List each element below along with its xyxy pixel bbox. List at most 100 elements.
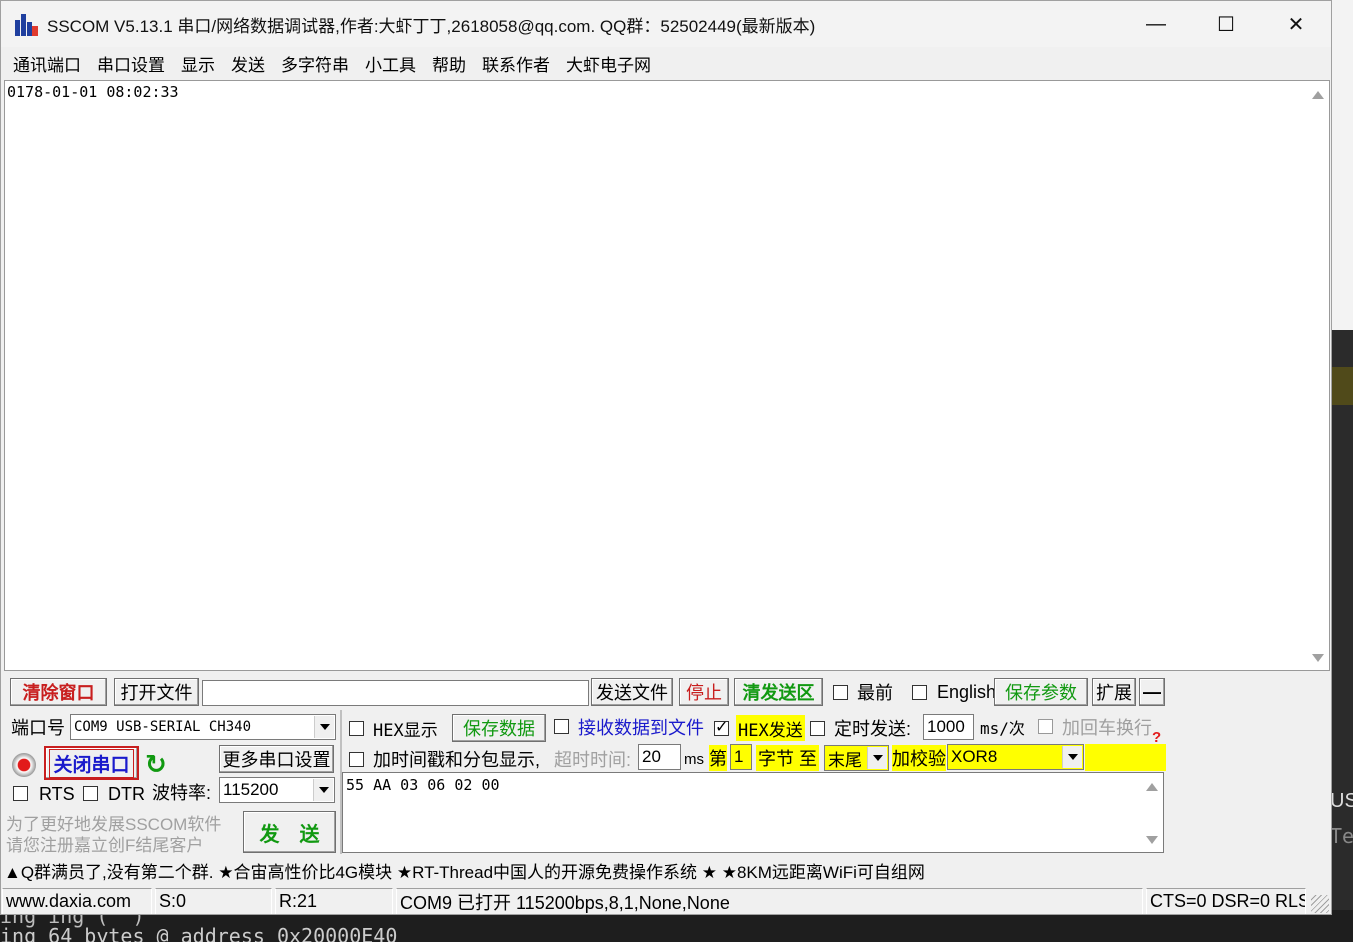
- save-data-button[interactable]: 保存数据: [452, 714, 546, 742]
- send-scrollbar[interactable]: [1141, 773, 1163, 852]
- menu-bar: 通讯端口 串口设置 显示 发送 多字符串 小工具 帮助 联系作者 大虾电子网: [1, 47, 1331, 79]
- timed-send-checkbox[interactable]: [810, 721, 825, 736]
- dtr-checkbox[interactable]: [83, 786, 98, 801]
- english-checkbox[interactable]: [912, 685, 927, 700]
- scroll-down-icon[interactable]: [1312, 654, 1324, 662]
- file-path-input[interactable]: [202, 680, 589, 706]
- byte-from-label: 第: [709, 745, 727, 771]
- receive-text: 0178-01-01 08:02:33: [7, 83, 179, 101]
- receive-scrollbar[interactable]: [1307, 81, 1329, 670]
- promo-ticker[interactable]: ▲Q群满员了,没有第二个群. ★合宙高性价比4G模块 ★RT-Thread中国人…: [4, 855, 1330, 885]
- background-text: US: [1330, 790, 1353, 812]
- hex-display-checkbox[interactable]: [349, 721, 364, 736]
- menu-item-serial-settings[interactable]: 串口设置: [89, 51, 173, 76]
- topmost-checkbox[interactable]: [833, 685, 848, 700]
- window-title: SSCOM V5.13.1 串口/网络数据调试器,作者:大虾丁丁,2618058…: [47, 16, 816, 36]
- hex-send-label: HEX发送: [736, 715, 805, 741]
- interval-unit: ms/次: [980, 719, 1025, 738]
- promo-line-2[interactable]: 请您注册嘉立创F结尾客户: [6, 832, 203, 855]
- refresh-icon[interactable]: ↻: [145, 751, 171, 777]
- background-highlight: [1332, 367, 1353, 405]
- status-received-count: R:21: [275, 888, 393, 914]
- port-select[interactable]: COM9 USB-SERIAL CH340: [70, 714, 336, 740]
- checksum-select[interactable]: XOR8: [947, 744, 1084, 770]
- expand-button[interactable]: 扩展: [1092, 678, 1136, 706]
- menu-item-help[interactable]: 帮助: [424, 51, 474, 76]
- clear-send-button[interactable]: 清发送区: [734, 678, 823, 706]
- open-file-button[interactable]: 打开文件: [114, 678, 199, 706]
- receive-area[interactable]: 0178-01-01 08:02:33: [4, 80, 1330, 671]
- status-line-signals: CTS=0 DSR=0 RLSD=0: [1146, 888, 1306, 914]
- interval-input[interactable]: 1000: [923, 714, 974, 740]
- collapse-button[interactable]: —: [1139, 678, 1165, 706]
- send-button[interactable]: 发 送: [243, 811, 336, 853]
- port-label: 端口号: [11, 718, 65, 738]
- timeout-label: 超时时间:: [554, 750, 632, 770]
- status-website[interactable]: www.daxia.com: [2, 888, 152, 914]
- timeout-input[interactable]: 20: [638, 744, 681, 770]
- window-controls: — ☐ ✕: [1121, 1, 1331, 47]
- checksum-highlight: [1085, 744, 1166, 771]
- stop-button[interactable]: 停止: [679, 678, 729, 706]
- topmost-label: 最前: [857, 683, 893, 703]
- menu-item-comm-port[interactable]: 通讯端口: [5, 51, 89, 76]
- background-text: Te: [1330, 824, 1353, 848]
- chevron-down-icon[interactable]: [1062, 746, 1082, 768]
- save-params-button[interactable]: 保存参数: [994, 678, 1088, 706]
- close-button[interactable]: ✕: [1261, 1, 1331, 47]
- menu-item-tools[interactable]: 小工具: [357, 51, 424, 76]
- english-label: English: [937, 681, 997, 702]
- add-crlf-label: 加回车换行: [1062, 718, 1152, 738]
- status-port-state: COM9 已打开 115200bps,8,1,None,None: [396, 888, 1143, 914]
- resize-grip-icon[interactable]: [1311, 895, 1329, 913]
- scroll-down-icon[interactable]: [1146, 836, 1158, 844]
- byte-to-select-value: 末尾: [828, 750, 862, 770]
- menu-item-multi-string[interactable]: 多字符串: [273, 51, 357, 76]
- sscom-window: SSCOM V5.13.1 串口/网络数据调试器,作者:大虾丁丁,2618058…: [0, 0, 1332, 915]
- hex-display-label: HEX显示: [373, 720, 438, 741]
- maximize-button[interactable]: ☐: [1191, 1, 1261, 47]
- more-settings-button[interactable]: 更多串口设置: [219, 745, 334, 773]
- hex-send-checkbox[interactable]: [714, 717, 729, 737]
- send-file-button[interactable]: 发送文件: [591, 678, 673, 706]
- recv-to-file-checkbox[interactable]: [554, 719, 569, 734]
- timestamp-checkbox[interactable]: [349, 752, 364, 767]
- baud-label: 波特率:: [152, 783, 212, 803]
- menu-item-send[interactable]: 发送: [223, 51, 273, 76]
- close-port-label: 关闭串口: [49, 748, 134, 778]
- add-crlf-checkbox[interactable]: [1038, 719, 1053, 734]
- close-port-button[interactable]: 关闭串口: [44, 746, 139, 780]
- baud-select-value: 115200: [223, 780, 279, 799]
- send-text: 55 AA 03 06 02 00: [346, 776, 500, 794]
- chevron-down-icon[interactable]: [313, 779, 333, 801]
- status-sent-count: S:0: [155, 888, 272, 914]
- menu-item-daxia[interactable]: 大虾电子网: [558, 51, 659, 76]
- byte-to-select[interactable]: 末尾: [824, 745, 889, 771]
- help-icon[interactable]: ?: [1152, 729, 1161, 746]
- clear-window-button[interactable]: 清除窗口: [10, 678, 107, 706]
- baud-select[interactable]: 115200: [219, 777, 335, 803]
- scroll-up-icon[interactable]: [1312, 91, 1324, 99]
- port-select-value: COM9 USB-SERIAL CH340: [74, 719, 252, 735]
- minimize-button[interactable]: —: [1121, 1, 1191, 47]
- checksum-label: 加校验: [892, 745, 946, 771]
- rts-label: RTS: [39, 783, 75, 804]
- app-logo-icon: [15, 12, 39, 36]
- byte-from-input[interactable]: 1: [730, 744, 752, 770]
- background-side-panel: US Te: [1330, 0, 1353, 910]
- dtr-label: DTR: [108, 783, 145, 804]
- chevron-down-icon[interactable]: [867, 747, 887, 769]
- recv-to-file-label: 接收数据到文件: [578, 718, 704, 738]
- timestamp-label: 加时间戳和分包显示,: [373, 750, 541, 770]
- send-area[interactable]: 55 AA 03 06 02 00: [342, 772, 1164, 853]
- menu-item-display[interactable]: 显示: [173, 51, 223, 76]
- timed-send-label: 定时发送:: [834, 719, 912, 739]
- rts-checkbox[interactable]: [13, 786, 28, 801]
- chevron-down-icon[interactable]: [314, 716, 334, 738]
- scroll-up-icon[interactable]: [1146, 783, 1158, 791]
- title-bar[interactable]: SSCOM V5.13.1 串口/网络数据调试器,作者:大虾丁丁,2618058…: [1, 1, 1331, 47]
- menu-item-contact[interactable]: 联系作者: [474, 51, 558, 76]
- terminal-line: ing 64 bytes @ address 0x20000E40: [0, 924, 398, 942]
- background-panel-upper: [1332, 0, 1353, 330]
- byte-to-label: 字节 至: [756, 745, 820, 771]
